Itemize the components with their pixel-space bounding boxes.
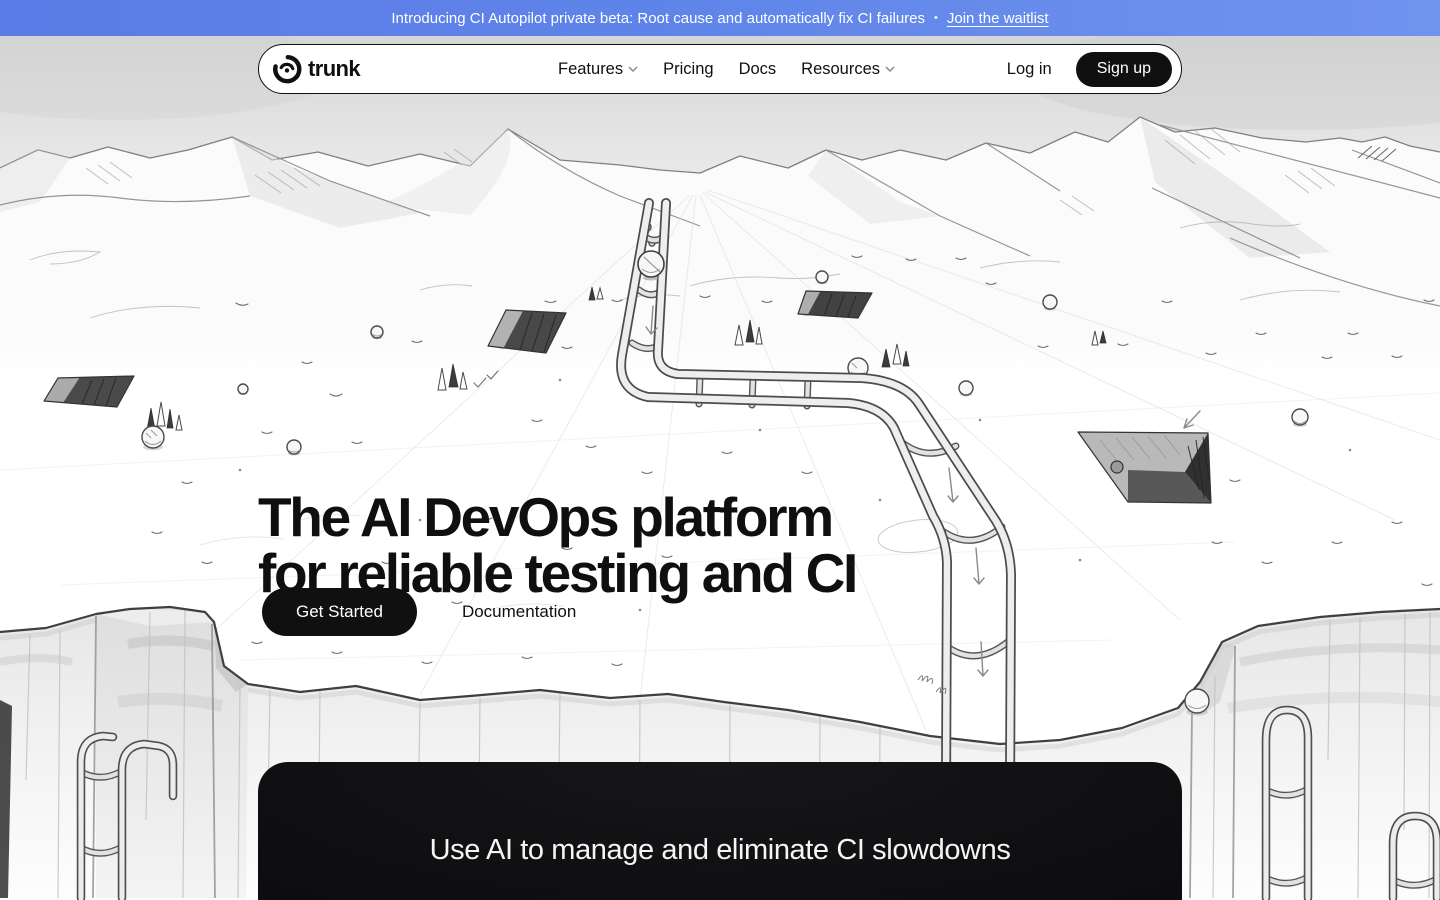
hero-title-line1: The AI DevOps platform [258,489,856,545]
rolling-ball [638,251,664,277]
nav-links: Features Pricing Docs Resources [558,45,895,93]
spikes [147,287,1106,430]
ai-section-heading: Use AI to manage and eliminate CI slowdo… [430,834,1011,900]
nav-item-resources[interactable]: Resources [801,60,895,79]
documentation-link[interactable]: Documentation [462,602,576,622]
chevron-down-icon [628,66,638,72]
login-link[interactable]: Log in [1007,60,1052,79]
nav-container: trunk Features Pricing Docs Resources [258,44,1182,94]
nav-item-pricing[interactable]: Pricing [663,60,713,79]
hero-title: The AI DevOps platform for reliable test… [258,489,856,601]
mountains [0,117,1440,340]
pit-left [44,376,134,407]
trunk-logo-icon [272,54,302,84]
brand-home-link[interactable]: trunk [272,45,360,93]
banner-message: Introducing CI Autopilot private beta: R… [391,10,925,27]
get-started-button[interactable]: Get Started [262,588,417,636]
signup-button[interactable]: Sign up [1076,52,1172,87]
pit-center-left [488,310,566,353]
brand-name: trunk [308,56,360,82]
banner-separator: • [934,12,938,24]
pit-center [798,291,872,318]
nav-actions: Log in Sign up [1007,45,1172,93]
scattered-balls [142,223,1308,456]
ai-section-card: Use AI to manage and eliminate CI slowdo… [258,762,1182,900]
pit-right [1078,411,1211,503]
chevron-down-icon [885,66,895,72]
page: Introducing CI Autopilot private beta: R… [0,0,1440,900]
nav-item-docs[interactable]: Docs [739,60,777,79]
ground-grid [0,190,1440,740]
announcement-banner: Introducing CI Autopilot private beta: R… [0,0,1440,36]
join-waitlist-link[interactable]: Join the waitlist [947,10,1049,27]
nav-item-features[interactable]: Features [558,60,638,79]
hero-cta-row: Get Started Documentation [262,588,576,636]
navbar: trunk Features Pricing Docs Resources [258,44,1182,94]
